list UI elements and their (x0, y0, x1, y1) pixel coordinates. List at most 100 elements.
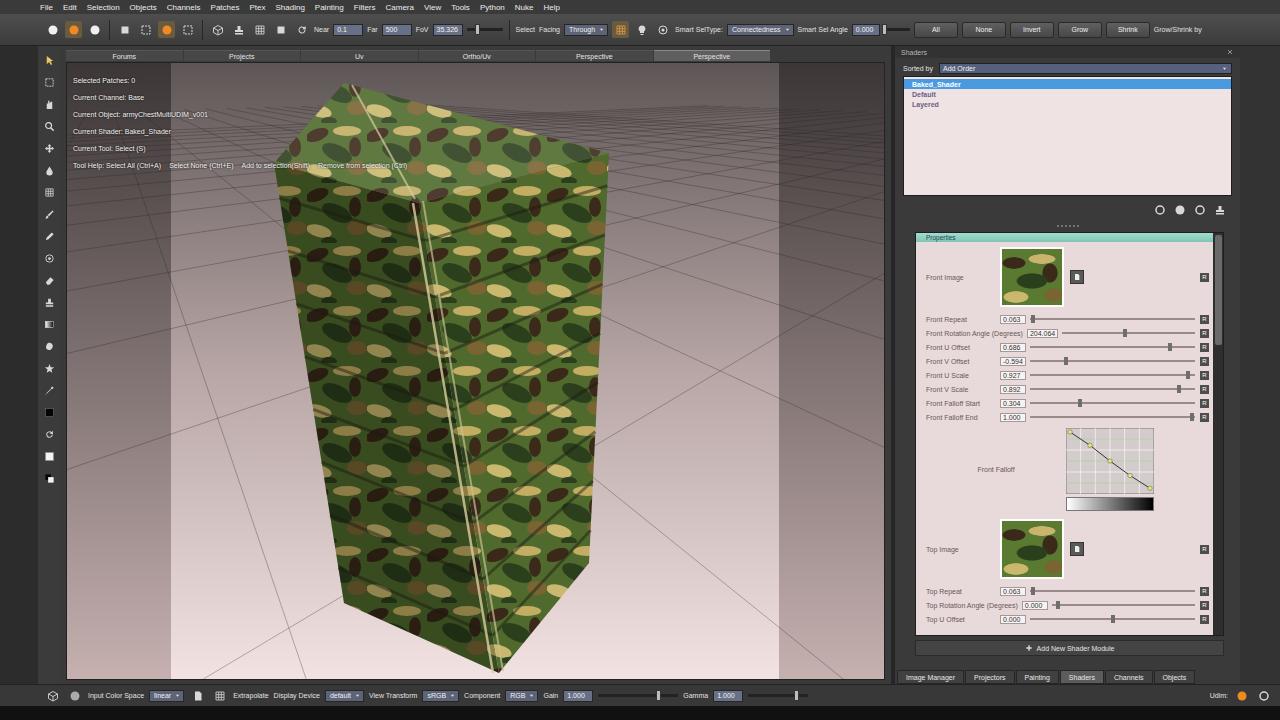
facing-dropdown[interactable]: Through (564, 24, 608, 36)
menu-item[interactable]: Camera (386, 3, 414, 12)
tool-target-button[interactable] (41, 250, 58, 267)
slider-handle[interactable] (1031, 587, 1035, 595)
tool-drop-button[interactable] (41, 162, 58, 179)
menu-item[interactable]: Python (480, 3, 505, 12)
curve-point[interactable] (1088, 443, 1092, 447)
property-slider[interactable] (1030, 346, 1195, 348)
reset-button[interactable]: R (1200, 371, 1209, 380)
add-shader-module-button[interactable]: Add New Shader Module (915, 640, 1224, 656)
light-button[interactable] (633, 21, 650, 38)
panel-tab[interactable]: Objects (1154, 670, 1196, 684)
slider-handle[interactable] (1123, 329, 1127, 337)
value-field[interactable]: 0.686 (1000, 343, 1026, 352)
tool-target-icon[interactable] (44, 253, 55, 264)
shader-item[interactable]: Baked_Shader (904, 79, 1231, 89)
menu-item[interactable]: View (424, 3, 441, 12)
tool-drop-icon[interactable] (44, 165, 55, 176)
reset-button[interactable]: R (1200, 315, 1209, 324)
viewport-tab[interactable]: Ortho/Uv (419, 50, 536, 61)
lut-icon[interactable] (192, 690, 204, 702)
udim-settings-button[interactable] (1255, 687, 1272, 704)
tool-gradient-button[interactable] (41, 316, 58, 333)
camera-icon[interactable] (233, 24, 245, 36)
viewport-tab[interactable]: Uv (301, 50, 418, 61)
shader-item[interactable]: Layered (904, 99, 1231, 109)
menu-item[interactable]: Selection (87, 3, 120, 12)
camo-thumbnail[interactable] (1000, 247, 1064, 307)
select-tool-icon[interactable] (182, 24, 194, 36)
gain-slider[interactable] (598, 694, 678, 697)
reset-button[interactable]: R (1200, 399, 1209, 408)
camo-thumbnail[interactable] (1000, 519, 1064, 579)
tool-swatch-black-button[interactable] (41, 404, 58, 421)
tool-stamp-button[interactable] (41, 294, 58, 311)
far-field[interactable]: 500 (382, 24, 412, 36)
mask-button[interactable] (612, 21, 629, 38)
curve-point[interactable] (1108, 458, 1112, 462)
smart-sel-type-dropdown[interactable]: Connectedness (727, 24, 794, 36)
value-field[interactable]: 0.063 (1000, 315, 1026, 324)
value-field[interactable]: 0.927 (1000, 371, 1026, 380)
panel-tab[interactable]: Painting (1016, 670, 1059, 684)
reset-view-button[interactable] (293, 21, 310, 38)
tool-marquee-button[interactable] (41, 74, 58, 91)
fov-field[interactable]: 35.326 (433, 24, 463, 36)
flat-icon[interactable] (275, 24, 287, 36)
selection-mode-icon[interactable] (68, 24, 80, 36)
tool-dropper-icon[interactable] (44, 385, 55, 396)
image-icon[interactable] (1073, 273, 1081, 281)
selection-button[interactable]: None (962, 22, 1006, 38)
select-tool-icon[interactable] (161, 24, 173, 36)
viewport-tab[interactable]: Perspective (536, 50, 653, 61)
selection-button[interactable]: Shrink (1106, 22, 1150, 38)
tool-move-icon[interactable] (44, 143, 55, 154)
value-field[interactable]: 0.063 (1000, 587, 1026, 596)
select-tool-button[interactable] (179, 21, 196, 38)
selection-mode-icon[interactable] (89, 24, 101, 36)
value-field[interactable]: 0.000 (1022, 601, 1048, 610)
tool-refresh-icon[interactable] (44, 429, 55, 440)
slider-handle[interactable] (1031, 315, 1035, 323)
selection-mode-button[interactable] (86, 21, 103, 38)
tool-brush-button[interactable] (41, 206, 58, 223)
layers-icon[interactable] (1214, 204, 1226, 216)
display-device-dropdown[interactable]: default (325, 690, 364, 702)
reset-button[interactable]: R (1200, 385, 1209, 394)
menu-item[interactable]: Shading (275, 3, 304, 12)
selection-mode-icon[interactable] (47, 24, 59, 36)
value-field[interactable]: 204.064 (1027, 329, 1058, 338)
value-field[interactable]: 0.892 (1000, 385, 1026, 394)
viewport-tab[interactable]: Forums (66, 50, 183, 61)
color-manager-button[interactable] (44, 687, 61, 704)
scroll-thumb[interactable] (1215, 235, 1222, 345)
menu-item[interactable]: Painting (315, 3, 344, 12)
value-field[interactable]: 0.000 (1000, 615, 1026, 624)
curve-point[interactable] (1128, 473, 1132, 477)
selection-button[interactable]: All (914, 22, 958, 38)
tool-star-button[interactable] (41, 360, 58, 377)
cube-button[interactable] (209, 21, 226, 38)
near-field[interactable]: 0.1 (333, 24, 363, 36)
color-toggle-button[interactable] (66, 687, 83, 704)
patch-mode-button[interactable] (116, 21, 133, 38)
tool-blob-icon[interactable] (44, 341, 55, 352)
udim-settings-icon[interactable] (1258, 690, 1270, 702)
reset-button[interactable]: R (1200, 601, 1209, 610)
curve-point[interactable] (1148, 486, 1152, 490)
lut-button[interactable] (189, 687, 206, 704)
select-tool-button[interactable] (137, 21, 154, 38)
menu-item[interactable]: Nuke (515, 3, 534, 12)
tool-hand-icon[interactable] (44, 99, 55, 110)
property-slider[interactable] (1052, 604, 1195, 606)
menu-item[interactable]: Ptex (249, 3, 265, 12)
flat-button[interactable] (272, 21, 289, 38)
remove-shader-button[interactable] (1191, 202, 1208, 219)
slider-handle[interactable] (1168, 343, 1172, 351)
slider-handle[interactable] (1186, 371, 1190, 379)
menu-item[interactable]: Help (543, 3, 559, 12)
viewport-tab[interactable]: Perspective (654, 50, 771, 61)
grid-button[interactable] (251, 21, 268, 38)
gamma-slider[interactable] (748, 694, 808, 697)
color-manager-icon[interactable] (47, 690, 59, 702)
panel-tab[interactable]: Projectors (965, 670, 1015, 684)
